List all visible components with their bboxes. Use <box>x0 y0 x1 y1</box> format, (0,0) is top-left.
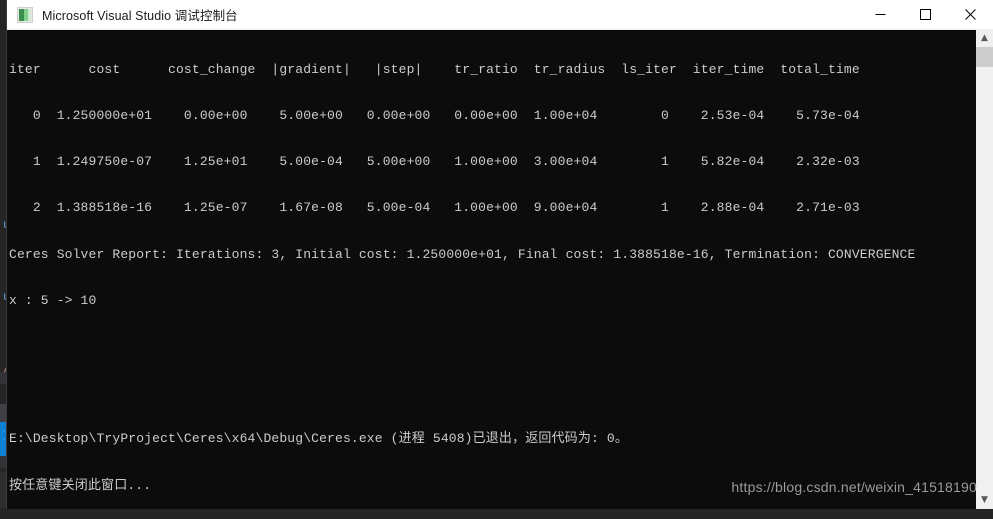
console-line: 0 1.250000e+01 0.00e+00 5.00e+00 0.00e+0… <box>9 108 860 124</box>
console-line: 1 1.249750e-07 1.25e+01 5.00e-04 5.00e+0… <box>9 154 860 170</box>
scroll-up-arrow-icon[interactable]: ▲ <box>976 30 993 47</box>
console-window: Microsoft Visual Studio 调试控制台 iter cost … <box>7 0 993 509</box>
minimize-icon <box>875 14 886 15</box>
window-title: Microsoft Visual Studio 调试控制台 <box>42 9 238 23</box>
console-text-content: iter cost cost_change |gradient| |step| … <box>9 31 975 509</box>
scrollbar-thumb[interactable] <box>976 47 993 67</box>
console-output-area[interactable]: iter cost cost_change |gradient| |step| … <box>7 30 993 509</box>
window-controls <box>858 0 993 29</box>
scroll-down-arrow-icon[interactable]: ▼ <box>976 492 993 509</box>
background-status-bar <box>0 508 993 519</box>
console-title-bar[interactable]: Microsoft Visual Studio 调试控制台 <box>7 0 993 30</box>
maximize-icon <box>920 9 931 20</box>
console-scrollbar[interactable]: ▲ ▼ <box>976 30 993 509</box>
minimize-button[interactable] <box>858 0 903 29</box>
console-line: E:\Desktop\TryProject\Ceres\x64\Debug\Ce… <box>9 431 628 447</box>
console-line: x : 5 -> 10 <box>9 292 97 308</box>
console-line: Ceres Solver Report: Iterations: 3, Init… <box>9 246 916 262</box>
close-icon <box>965 9 976 20</box>
maximize-button[interactable] <box>903 0 948 29</box>
console-line: iter cost cost_change |gradient| |step| … <box>9 61 860 77</box>
console-line: 2 1.388518e-16 1.25e-07 1.67e-08 5.00e-0… <box>9 200 860 216</box>
console-app-icon <box>17 6 33 23</box>
watermark-text: https://blog.csdn.net/weixin_41518190 <box>731 479 977 495</box>
close-button[interactable] <box>948 0 993 29</box>
